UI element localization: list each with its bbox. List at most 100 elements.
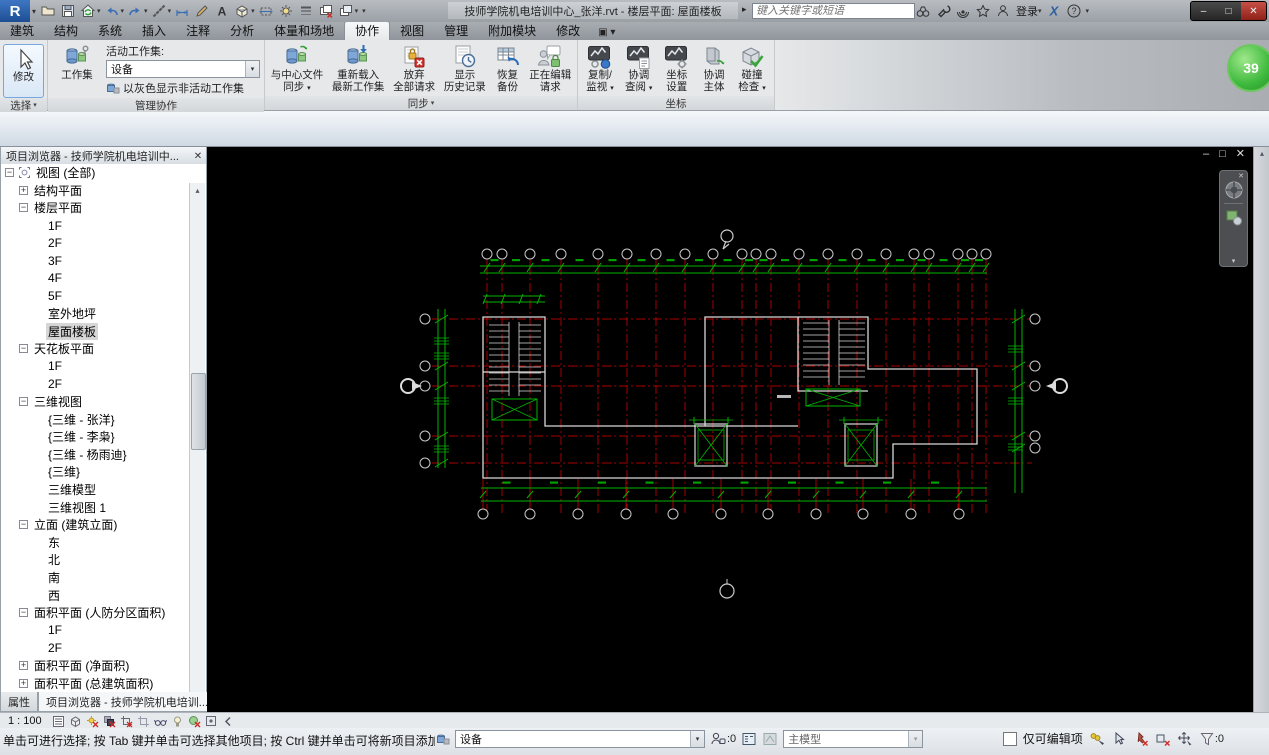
undo-icon[interactable]: [102, 2, 122, 20]
pencil-icon[interactable]: [192, 2, 212, 20]
detail-level-icon[interactable]: [52, 715, 65, 728]
design-option-combobox[interactable]: 主模型 ▾: [783, 730, 924, 748]
login-caret-icon[interactable]: ▾: [1038, 7, 1042, 15]
measure-icon-caret[interactable]: ▾: [168, 7, 172, 15]
tab-修改[interactable]: 修改: [546, 22, 590, 40]
expand-icon[interactable]: +: [19, 185, 28, 195]
show-crop-icon[interactable]: [137, 715, 150, 728]
workset-status-icon[interactable]: [436, 733, 450, 746]
tree-scrollbar[interactable]: ▴: [189, 183, 206, 692]
tree-item[interactable]: 东: [1, 533, 189, 551]
help-caret-icon[interactable]: ▾: [1086, 7, 1090, 15]
tab-附加模块[interactable]: 附加模块: [478, 22, 546, 40]
tab-管理[interactable]: 管理: [434, 22, 478, 40]
tree-item[interactable]: − 立面 (建筑立面): [1, 516, 189, 534]
filter-status[interactable]: :0: [1199, 731, 1224, 747]
wrench-icon[interactable]: [935, 2, 951, 20]
tree-item[interactable]: + 面积平面 (净面积): [1, 657, 189, 675]
tree-item[interactable]: 2F: [1, 639, 189, 657]
tree-item[interactable]: − 面积平面 (人防分区面积): [1, 604, 189, 622]
navbar-expand-icon[interactable]: ▾: [1232, 257, 1236, 266]
重新载入最新工作集-button[interactable]: 重新载入 最新工作集: [329, 42, 388, 95]
view-scale[interactable]: 1 : 100: [8, 715, 42, 727]
tree-item[interactable]: 南: [1, 569, 189, 587]
revit-logo-icon[interactable]: R: [0, 0, 30, 22]
binoculars-icon[interactable]: [915, 2, 931, 20]
switch-windows-icon-caret[interactable]: ▾: [355, 7, 359, 15]
canvas-scrollbar[interactable]: ▴: [1253, 146, 1269, 712]
measure-icon[interactable]: [149, 2, 169, 20]
steering-wheel-icon[interactable]: [1224, 180, 1244, 200]
worksharing-display-off-icon[interactable]: [188, 715, 201, 728]
collapse-icon[interactable]: −: [19, 608, 28, 618]
view-minimize-icon[interactable]: –: [1203, 149, 1209, 160]
help-icon[interactable]: ?: [1066, 3, 1082, 19]
sun-icon[interactable]: [276, 2, 296, 20]
tree-item[interactable]: − 视图 (全部): [1, 164, 189, 182]
tab-分析[interactable]: 分析: [220, 22, 264, 40]
碰撞检查-button[interactable]: 碰撞 检查 ▾: [735, 42, 768, 96]
gray-inactive-worksets-toggle[interactable]: 以灰色显示非活动工作集: [106, 80, 260, 96]
tree-item[interactable]: 2F: [1, 234, 189, 252]
恢复备份-button[interactable]: 恢复 备份: [492, 42, 524, 95]
panel-toggle-icon[interactable]: ▣ ▾: [598, 27, 615, 40]
undo-icon-caret[interactable]: ▾: [121, 7, 125, 15]
tree-item[interactable]: {三维 - 李枭}: [1, 428, 189, 446]
title-expand-icon[interactable]: ▸: [742, 4, 747, 15]
放弃全部请求-button[interactable]: 放弃 全部请求: [390, 42, 438, 95]
restore-button[interactable]: □: [1216, 2, 1241, 20]
tree-item[interactable]: + 结构平面: [1, 182, 189, 200]
协调查阅-button[interactable]: 协调 查阅 ▾: [622, 42, 655, 96]
thin-lines-icon[interactable]: [296, 2, 316, 20]
drag-move-icon[interactable]: [1177, 731, 1193, 747]
redo-icon[interactable]: [125, 2, 145, 20]
text-icon[interactable]: A: [212, 2, 232, 20]
tab-体量和场地[interactable]: 体量和场地: [264, 22, 344, 40]
modify-button[interactable]: 修改: [3, 44, 44, 98]
constraints-icon[interactable]: [205, 715, 218, 728]
tree-item[interactable]: 西: [1, 586, 189, 604]
tab-视图[interactable]: 视图: [390, 22, 434, 40]
collapse-icon[interactable]: −: [19, 203, 28, 213]
open-icon[interactable]: [38, 2, 58, 20]
tree-item[interactable]: 三维视图 1: [1, 498, 189, 516]
tab-结构[interactable]: 结构: [44, 22, 88, 40]
collapse-icon[interactable]: −: [5, 168, 14, 178]
tree-item[interactable]: 室外地坪: [1, 305, 189, 323]
drawing-area[interactable]: – □ ✕ ✕ ▾: [207, 146, 1253, 712]
minimize-button[interactable]: –: [1191, 2, 1216, 20]
tab-协作[interactable]: 协作: [344, 21, 391, 40]
select-link-icon[interactable]: [1111, 731, 1127, 747]
editing-requests-status[interactable]: :0: [710, 731, 736, 747]
customize-caret-caret[interactable]: ▾: [362, 7, 366, 15]
tree-item[interactable]: + 面积平面 (总建筑面积): [1, 674, 189, 692]
协调主体-button[interactable]: 协调 主体: [698, 42, 730, 95]
sun-path-off-icon[interactable]: [86, 715, 99, 728]
link-x-icon[interactable]: [1155, 731, 1171, 747]
editable-only-checkbox[interactable]: [1002, 731, 1017, 746]
select-panel-footer[interactable]: 选择 ▾: [0, 98, 47, 112]
tree-item[interactable]: {三维 - 张洋}: [1, 410, 189, 428]
tree-item[interactable]: 4F: [1, 270, 189, 288]
browser-close-icon[interactable]: ✕: [190, 151, 206, 162]
close-button[interactable]: ✕: [1241, 2, 1266, 20]
tab-系统[interactable]: 系统: [88, 22, 132, 40]
browser-toggle-icon[interactable]: [741, 731, 757, 747]
tree-item[interactable]: − 三维视图: [1, 393, 189, 411]
sync-home-icon[interactable]: [78, 2, 98, 20]
tree-item[interactable]: − 楼层平面: [1, 199, 189, 217]
login-button[interactable]: 登录: [1016, 3, 1038, 19]
logo-caret-icon[interactable]: ▾: [32, 7, 36, 16]
tree-item[interactable]: 1F: [1, 621, 189, 639]
keys-cursor-icon[interactable]: [1089, 731, 1105, 747]
scrollbar-thumb[interactable]: [191, 373, 206, 450]
project-browser-titlebar[interactable]: 项目浏览器 - 技师学院机电培训中... ✕: [0, 146, 207, 166]
tree-item[interactable]: 屋面楼板: [1, 322, 189, 340]
collapse-arrow[interactable]: [222, 715, 235, 728]
section-icon[interactable]: [256, 2, 276, 20]
tree-item[interactable]: {三维 - 杨雨迪}: [1, 446, 189, 464]
view-close-icon[interactable]: ✕: [1236, 149, 1245, 160]
dimension-icon[interactable]: [172, 2, 192, 20]
tree-item[interactable]: 2F: [1, 375, 189, 393]
tab-注释[interactable]: 注释: [176, 22, 220, 40]
